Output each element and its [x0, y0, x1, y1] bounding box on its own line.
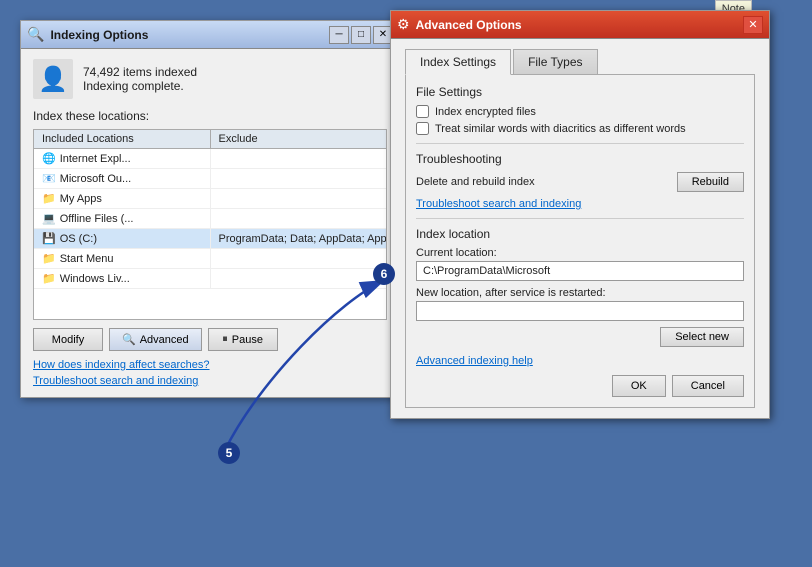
col-exclude: Exclude: [211, 130, 387, 148]
table-row[interactable]: 💻Offline Files (...: [34, 209, 386, 229]
table-row-selected[interactable]: 💾OS (C:) ProgramData; Data; AppData; App…: [34, 229, 386, 249]
table-cell-exclude: [211, 149, 387, 168]
ok-cancel-row: OK Cancel: [416, 375, 744, 397]
table-row[interactable]: 📁My Apps: [34, 189, 386, 209]
troubleshoot-search-link[interactable]: Troubleshoot search and indexing: [416, 198, 581, 210]
pause-icon: ⏸: [222, 333, 228, 346]
maximize-button[interactable]: □: [351, 26, 371, 44]
cancel-button[interactable]: Cancel: [672, 375, 744, 397]
select-new-row: Select new: [416, 327, 744, 347]
delete-rebuild-label: Delete and rebuild index: [416, 176, 535, 188]
troubleshoot-section: Troubleshooting Delete and rebuild index…: [416, 152, 744, 210]
advanced-button[interactable]: 🔍 Advanced: [109, 328, 202, 351]
treat-similar-row: Treat similar words with diacritics as d…: [416, 122, 744, 135]
treat-similar-label: Treat similar words with diacritics as d…: [435, 123, 686, 135]
tab-content: File Settings Index encrypted files Trea…: [405, 75, 755, 408]
status-section: 👤 74,492 items indexed Indexing complete…: [33, 59, 387, 99]
advanced-content: Index Settings File Types File Settings …: [391, 39, 769, 418]
new-location-label: New location, after service is restarted…: [416, 287, 744, 299]
new-location-input[interactable]: [416, 301, 744, 321]
table-cell-exclude: [211, 169, 387, 188]
status-icon: 👤: [33, 59, 73, 99]
treat-similar-checkbox[interactable]: [416, 122, 429, 135]
index-location-label: Index location: [416, 227, 744, 241]
col-included: Included Locations: [34, 130, 211, 148]
locations-table: Included Locations Exclude 🌐Internet Exp…: [33, 129, 387, 320]
troubleshooting-label: Troubleshooting: [416, 152, 744, 166]
table-cell-name: 💻Offline Files (...: [34, 209, 211, 228]
links-section: How does indexing affect searches? Troub…: [33, 359, 387, 387]
tab-index-settings[interactable]: Index Settings: [405, 49, 511, 75]
advanced-indexing-help-link[interactable]: Advanced indexing help: [416, 355, 744, 367]
indexing-title: Indexing Options: [50, 28, 148, 42]
table-header: Included Locations Exclude: [34, 130, 386, 149]
pause-button[interactable]: ⏸ Pause: [208, 328, 278, 351]
current-location-input[interactable]: [416, 261, 744, 281]
indexing-icon: 🔍: [27, 26, 44, 43]
items-indexed: 74,492 items indexed: [83, 65, 197, 79]
table-row[interactable]: 📁Start Menu: [34, 249, 386, 269]
indexing-options-window: 🔍 Indexing Options ─ □ ✕ 👤 74,492 items …: [20, 20, 400, 398]
titlebar-left: 🔍 Indexing Options: [27, 26, 148, 43]
table-cell-name: 💾OS (C:): [34, 229, 211, 248]
advanced-options-title: Advanced Options: [416, 18, 522, 32]
divider2: [416, 218, 744, 219]
file-settings-label: File Settings: [416, 85, 744, 99]
table-cell-name: 📁My Apps: [34, 189, 211, 208]
tab-file-types[interactable]: File Types: [513, 49, 597, 74]
current-location-label: Current location:: [416, 247, 744, 259]
advanced-close-button[interactable]: ✕: [743, 16, 763, 34]
titlebar-controls: ─ □ ✕: [329, 26, 393, 44]
index-encrypted-checkbox[interactable]: [416, 105, 429, 118]
table-row[interactable]: 📧Microsoft Ou...: [34, 169, 386, 189]
table-row[interactable]: 📁Windows Liv...: [34, 269, 386, 289]
ok-button[interactable]: OK: [612, 375, 666, 397]
select-new-button[interactable]: Select new: [660, 327, 744, 347]
divider1: [416, 143, 744, 144]
bottom-buttons: Modify 🔍 Advanced ⏸ Pause: [33, 328, 387, 351]
tab-bar: Index Settings File Types: [405, 49, 755, 75]
index-encrypted-row: Index encrypted files: [416, 105, 744, 118]
index-location-section: Index location Current location: New loc…: [416, 227, 744, 347]
advanced-icon: 🔍: [122, 333, 136, 346]
advanced-options-icon: ⚙: [397, 16, 410, 33]
indexing-complete: Indexing complete.: [83, 79, 197, 93]
table-cell-name: 🌐Internet Expl...: [34, 149, 211, 168]
rebuild-row: Delete and rebuild index Rebuild: [416, 172, 744, 192]
table-cell-exclude: [211, 209, 387, 228]
troubleshoot-link-main[interactable]: Troubleshoot search and indexing: [33, 375, 387, 387]
table-cell-exclude: [211, 189, 387, 208]
table-cell-exclude: ProgramData; Data; AppData; AppData; ...: [211, 229, 387, 248]
table-cell-name: 📁Start Menu: [34, 249, 211, 268]
annotation-6: 6: [373, 263, 395, 285]
table-body[interactable]: 🌐Internet Expl... 📧Microsoft Ou... 📁My A…: [34, 149, 386, 319]
status-text: 74,492 items indexed Indexing complete.: [83, 65, 197, 93]
table-cell-exclude: [211, 269, 387, 288]
how-does-link[interactable]: How does indexing affect searches?: [33, 359, 387, 371]
rebuild-button[interactable]: Rebuild: [677, 172, 744, 192]
advanced-options-window: ⚙ Advanced Options ✕ Index Settings File…: [390, 10, 770, 419]
index-locations-label: Index these locations:: [33, 109, 387, 123]
table-cell-name: 📁Windows Liv...: [34, 269, 211, 288]
table-cell-name: 📧Microsoft Ou...: [34, 169, 211, 188]
advanced-titlebar: ⚙ Advanced Options ✕: [391, 11, 769, 39]
indexing-titlebar: 🔍 Indexing Options ─ □ ✕: [21, 21, 399, 49]
indexing-content: 👤 74,492 items indexed Indexing complete…: [21, 49, 399, 397]
table-cell-exclude: [211, 249, 387, 268]
minimize-button[interactable]: ─: [329, 26, 349, 44]
modify-button[interactable]: Modify: [33, 328, 103, 351]
annotation-5: 5: [218, 442, 240, 464]
table-row[interactable]: 🌐Internet Expl...: [34, 149, 386, 169]
index-encrypted-label: Index encrypted files: [435, 106, 536, 118]
